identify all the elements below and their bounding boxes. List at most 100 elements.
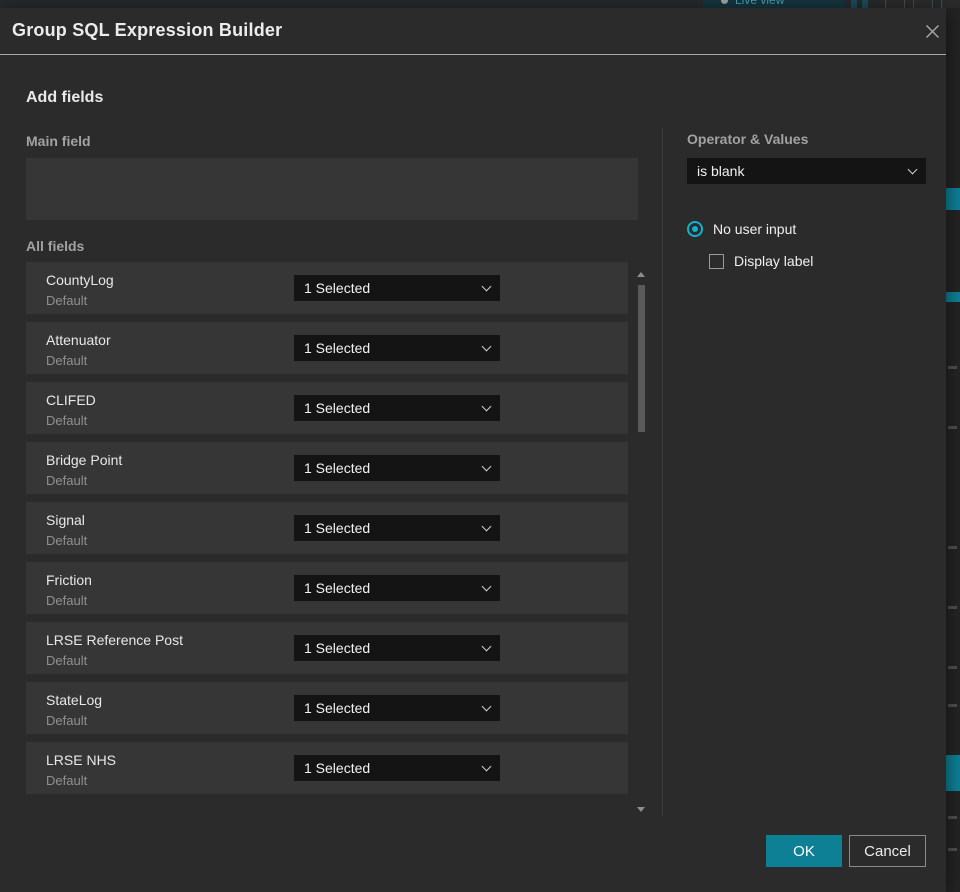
field-selected-value: 1 Selected bbox=[304, 340, 371, 356]
live-view-dot-icon bbox=[721, 0, 728, 4]
background-highlight-fragment bbox=[946, 188, 960, 210]
field-subtitle: Default bbox=[46, 773, 88, 788]
close-icon bbox=[925, 24, 939, 38]
background-text-fragment bbox=[948, 704, 957, 707]
field-selected-dropdown[interactable]: 1 Selected bbox=[294, 695, 500, 721]
cancel-button[interactable]: Cancel bbox=[849, 835, 926, 867]
background-panel-sliver bbox=[946, 56, 960, 892]
fields-scrollbar[interactable] bbox=[637, 266, 646, 816]
background-icon-fragment bbox=[913, 0, 933, 8]
chevron-down-icon bbox=[907, 164, 918, 175]
operator-dropdown[interactable]: is blank bbox=[687, 158, 926, 184]
field-subtitle: Default bbox=[46, 533, 88, 548]
checkbox-label: Display label bbox=[734, 253, 814, 269]
live-view-label: Live view bbox=[735, 0, 785, 7]
operator-values-label: Operator & Values bbox=[687, 131, 809, 147]
field-selected-value: 1 Selected bbox=[304, 280, 371, 296]
scrollbar-down-arrow-icon[interactable] bbox=[637, 807, 645, 812]
field-selected-dropdown[interactable]: 1 Selected bbox=[294, 335, 500, 361]
display-label-checkbox[interactable]: Display label bbox=[709, 253, 813, 269]
field-subtitle: Default bbox=[46, 593, 88, 608]
group-sql-expression-builder-dialog: Group SQL Expression Builder Add fields … bbox=[0, 8, 946, 892]
background-icon-fragment bbox=[941, 0, 960, 8]
field-row-clifed[interactable]: CLIFED Default 1 Selected bbox=[26, 382, 628, 434]
field-subtitle: Default bbox=[46, 353, 88, 368]
chevron-down-icon bbox=[481, 581, 492, 592]
background-text-fragment bbox=[948, 816, 957, 819]
field-name: LRSE NHS bbox=[46, 752, 117, 768]
field-name: Bridge Point bbox=[46, 452, 123, 468]
field-row-lrse-nhs[interactable]: LRSE NHS Default 1 Selected bbox=[26, 742, 628, 794]
field-selected-dropdown[interactable]: 1 Selected bbox=[294, 575, 500, 601]
main-field-container: CountyLog | Default To Date bbox=[26, 158, 638, 348]
field-row-attenuator[interactable]: Attenuator Default 1 Selected bbox=[26, 322, 628, 374]
panel-divider bbox=[662, 128, 663, 816]
radio-label: No user input bbox=[713, 221, 797, 237]
all-fields-label: All fields bbox=[26, 238, 85, 254]
background-icon-fragment bbox=[851, 0, 857, 8]
field-row-bridge-point[interactable]: Bridge Point Default 1 Selected bbox=[26, 442, 628, 494]
field-selected-value: 1 Selected bbox=[304, 580, 371, 596]
chevron-down-icon bbox=[481, 341, 492, 352]
field-row-friction[interactable]: Friction Default 1 Selected bbox=[26, 562, 628, 614]
ok-button[interactable]: OK bbox=[766, 835, 842, 867]
field-selected-dropdown[interactable]: 1 Selected bbox=[294, 515, 500, 541]
field-selected-dropdown[interactable]: 1 Selected bbox=[294, 395, 500, 421]
field-subtitle: Default bbox=[46, 713, 88, 728]
background-text-fragment bbox=[948, 546, 957, 549]
field-selected-value: 1 Selected bbox=[304, 640, 371, 656]
dialog-header: Group SQL Expression Builder bbox=[0, 8, 946, 55]
background-icon-fragment bbox=[862, 0, 868, 8]
chevron-down-icon bbox=[481, 761, 492, 772]
field-selected-value: 1 Selected bbox=[304, 460, 371, 476]
background-highlight-fragment bbox=[946, 292, 960, 302]
background-highlight-fragment bbox=[946, 755, 960, 791]
chevron-down-icon bbox=[481, 641, 492, 652]
no-user-input-radio[interactable]: No user input bbox=[687, 221, 796, 237]
field-name: CLIFED bbox=[46, 392, 96, 408]
screen: Live view Group SQL Expression Builder A… bbox=[0, 0, 960, 892]
background-app-header: Live view bbox=[0, 0, 960, 8]
operator-dropdown-value: is blank bbox=[697, 163, 745, 179]
background-text-fragment bbox=[948, 848, 957, 851]
field-selected-value: 1 Selected bbox=[304, 520, 371, 536]
background-text-fragment bbox=[948, 426, 957, 429]
field-selected-value: 1 Selected bbox=[304, 400, 371, 416]
background-text-fragment bbox=[948, 666, 957, 669]
field-subtitle: Default bbox=[46, 473, 88, 488]
chevron-down-icon bbox=[481, 401, 492, 412]
checkbox-unchecked-icon bbox=[709, 253, 724, 269]
background-text-fragment bbox=[948, 606, 957, 609]
chevron-down-icon bbox=[481, 521, 492, 532]
field-name: CountyLog bbox=[46, 272, 114, 288]
chevron-down-icon bbox=[481, 281, 492, 292]
live-view-toggle: Live view bbox=[703, 0, 845, 8]
field-row-statelog[interactable]: StateLog Default 1 Selected bbox=[26, 682, 628, 734]
close-button[interactable] bbox=[918, 16, 946, 46]
field-name: StateLog bbox=[46, 692, 103, 708]
chevron-down-icon bbox=[481, 701, 492, 712]
field-name: Attenuator bbox=[46, 332, 111, 348]
field-selected-value: 1 Selected bbox=[304, 760, 371, 776]
field-subtitle: Default bbox=[46, 293, 88, 308]
field-row-countylog[interactable]: CountyLog Default 1 Selected bbox=[26, 262, 628, 314]
field-row-lrse-reference-post[interactable]: LRSE Reference Post Default 1 Selected bbox=[26, 622, 628, 674]
field-selected-value: 1 Selected bbox=[304, 700, 371, 716]
field-selected-dropdown[interactable]: 1 Selected bbox=[294, 455, 500, 481]
field-subtitle: Default bbox=[46, 653, 88, 668]
scrollbar-thumb[interactable] bbox=[638, 285, 645, 432]
field-selected-dropdown[interactable]: 1 Selected bbox=[294, 755, 500, 781]
dialog-title: Group SQL Expression Builder bbox=[12, 20, 283, 40]
field-name: LRSE Reference Post bbox=[46, 632, 183, 648]
field-name: Signal bbox=[46, 512, 85, 528]
field-subtitle: Default bbox=[46, 413, 88, 428]
field-row-signal[interactable]: Signal Default 1 Selected bbox=[26, 502, 628, 554]
chevron-down-icon bbox=[481, 461, 492, 472]
field-selected-dropdown[interactable]: 1 Selected bbox=[294, 275, 500, 301]
main-field-label: Main field bbox=[26, 133, 91, 149]
scrollbar-up-arrow-icon[interactable] bbox=[637, 272, 645, 277]
field-selected-dropdown[interactable]: 1 Selected bbox=[294, 635, 500, 661]
add-fields-heading: Add fields bbox=[26, 89, 104, 106]
background-icon-fragment bbox=[885, 0, 905, 8]
field-name: Friction bbox=[46, 572, 92, 588]
